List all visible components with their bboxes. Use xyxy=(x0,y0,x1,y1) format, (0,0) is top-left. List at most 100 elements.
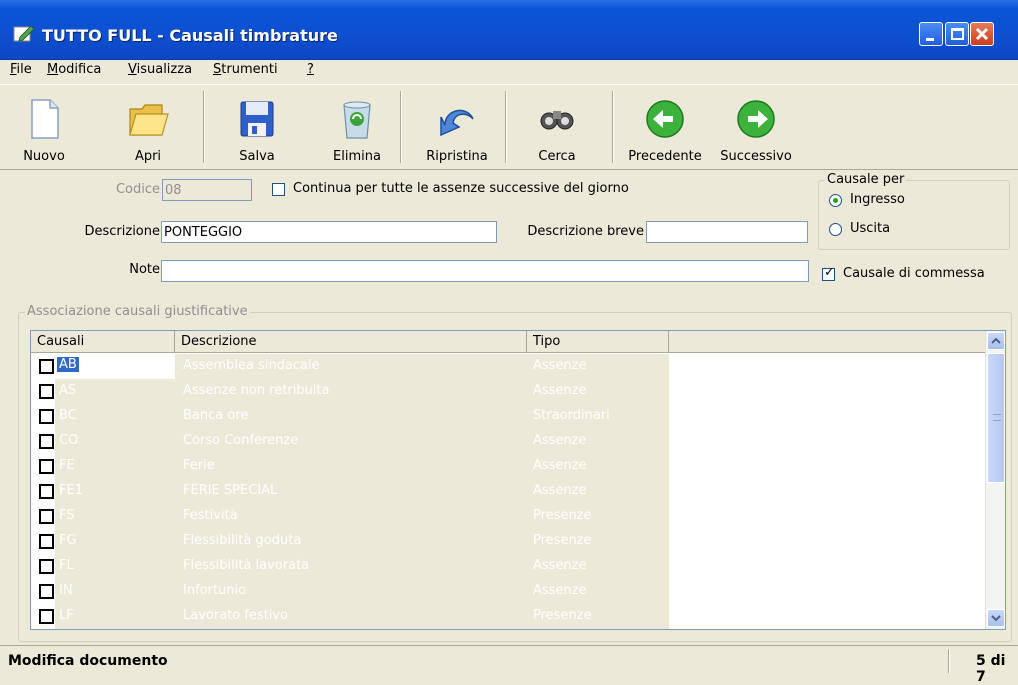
close-button[interactable] xyxy=(970,22,994,46)
table-row[interactable]: CO Corso Conferenze Assenze xyxy=(31,429,671,454)
cell-descrizione: FERIE SPECIAL xyxy=(183,483,278,498)
title-bar: TUTTO FULL - Causali timbrature xyxy=(0,0,1018,60)
table-row[interactable]: BC Banca ore Straordinari xyxy=(31,404,671,429)
cell-code: FE xyxy=(59,458,75,473)
row-checkbox[interactable] xyxy=(39,534,54,549)
cell-tipo: Assenze xyxy=(533,483,587,498)
col-header-tipo[interactable]: Tipo xyxy=(527,331,669,353)
cell-tipo: Presenze xyxy=(533,508,592,523)
cell-code: CO xyxy=(59,433,79,448)
folder-open-icon xyxy=(129,104,169,136)
table-row[interactable]: FS Festività Presenze xyxy=(31,504,671,529)
col-header-descrizione[interactable]: Descrizione xyxy=(175,331,527,353)
row-checkbox[interactable] xyxy=(39,359,54,374)
continua-checkbox[interactable] xyxy=(272,183,285,196)
row-checkbox[interactable] xyxy=(39,484,54,499)
ripristina-button[interactable]: Ripristina xyxy=(414,93,500,165)
radio-selected-dot xyxy=(833,198,838,203)
table-row[interactable]: FL Flessibilità lavorata Assenze xyxy=(31,554,671,579)
nuovo-label: Nuovo xyxy=(23,149,65,164)
salva-button[interactable]: Salva xyxy=(222,93,292,165)
precedente-button[interactable]: Precedente xyxy=(620,93,710,165)
apri-button[interactable]: Apri xyxy=(112,93,184,165)
undo-arrow-icon xyxy=(440,109,474,137)
menu-visualizza[interactable]: Visualizza xyxy=(128,62,192,77)
descrizione-label: Descrizione xyxy=(84,224,160,239)
menu-modifica[interactable]: Modifica xyxy=(47,62,101,77)
row-checkbox[interactable] xyxy=(39,384,54,399)
toolbar-separator xyxy=(505,91,507,163)
menu-file[interactable]: File xyxy=(10,62,32,77)
arrow-left-icon xyxy=(646,100,684,138)
cell-descrizione: Assemblea sindacale xyxy=(183,358,320,373)
scroll-thumb[interactable] xyxy=(987,353,1005,483)
scroll-up-button[interactable] xyxy=(987,332,1005,350)
row-checkbox[interactable] xyxy=(39,609,54,624)
table-row[interactable]: AS Assenze non retribuita Assenze xyxy=(31,379,671,404)
menu-strumenti[interactable]: Strumenti xyxy=(213,62,278,77)
table-row[interactable]: FE Ferie Assenze xyxy=(31,454,671,479)
cell-bg xyxy=(175,504,669,529)
floppy-save-icon xyxy=(240,101,274,137)
check-mark-icon: ✓ xyxy=(824,265,835,280)
toolbar-separator xyxy=(400,91,402,163)
cell-descrizione: Infortunio xyxy=(183,583,247,598)
cell-code: FL xyxy=(59,558,74,573)
cerca-label: Cerca xyxy=(538,149,576,164)
causale-per-title: Causale per xyxy=(825,172,907,187)
cell-code: AB xyxy=(57,357,79,372)
cell-code: LF xyxy=(59,608,74,623)
descrizione-field[interactable]: PONTEGGIO xyxy=(161,221,497,243)
precedente-label: Precedente xyxy=(628,149,702,164)
row-checkbox[interactable] xyxy=(39,459,54,474)
note-field[interactable] xyxy=(161,260,809,282)
cell-tipo: Assenze xyxy=(533,358,587,373)
desc-breve-field[interactable] xyxy=(646,221,808,243)
cell-code: BC xyxy=(59,408,77,423)
elimina-label: Elimina xyxy=(333,149,381,164)
cell-descrizione: Assenze non retribuita xyxy=(183,383,330,398)
menu-file-label: ile xyxy=(16,62,32,77)
maximize-button[interactable] xyxy=(945,22,969,46)
cell-tipo: Presenze xyxy=(533,608,592,623)
table-row[interactable]: AB Assemblea sindacale Assenze xyxy=(31,354,671,379)
menu-modifica-accel: M xyxy=(47,62,59,77)
cell-tipo: Straordinari xyxy=(533,408,610,423)
note-label: Note xyxy=(129,262,160,277)
cell-code: IN xyxy=(59,583,73,598)
arrow-right-icon xyxy=(737,100,775,138)
minimize-icon xyxy=(926,38,934,41)
table-row[interactable]: LF Lavorato festivo Presenze xyxy=(31,604,671,629)
row-checkbox[interactable] xyxy=(39,434,54,449)
row-checkbox[interactable] xyxy=(39,409,54,424)
scroll-down-button[interactable] xyxy=(987,609,1005,627)
new-document-icon xyxy=(31,99,59,139)
nuovo-button[interactable]: Nuovo xyxy=(12,93,76,165)
table-row[interactable]: FE1 FERIE SPECIAL Assenze xyxy=(31,479,671,504)
col-header-causali[interactable]: Causali xyxy=(31,331,175,353)
causali-grid[interactable]: Causali Descrizione Tipo AB Assemblea sin… xyxy=(30,330,1006,630)
cell-descrizione: Flessibilità lavorata xyxy=(183,558,310,573)
row-checkbox[interactable] xyxy=(39,509,54,524)
elimina-button[interactable]: Elimina xyxy=(318,93,396,165)
uscita-radio[interactable] xyxy=(829,223,842,236)
codice-field: 08 xyxy=(162,179,252,201)
commessa-checkbox[interactable]: ✓ xyxy=(822,265,835,281)
row-checkbox[interactable] xyxy=(39,584,54,599)
associazione-title: Associazione causali giustificative xyxy=(25,304,250,319)
cell-descrizione: Flessibilità goduta xyxy=(183,533,302,548)
cerca-button[interactable]: Cerca xyxy=(522,93,592,165)
ingresso-radio[interactable] xyxy=(829,194,842,207)
successivo-button[interactable]: Successivo xyxy=(710,93,802,165)
vertical-scrollbar[interactable] xyxy=(985,331,1005,629)
table-row[interactable]: IN Infortunio Assenze xyxy=(31,579,671,604)
cell-descrizione: Festività xyxy=(183,508,238,523)
table-row[interactable]: FG Flessibilità goduta Presenze xyxy=(31,529,671,554)
minimize-button[interactable] xyxy=(919,22,943,46)
status-divider xyxy=(948,649,950,673)
menu-bar: File Modifica Visualizza Strumenti ? xyxy=(0,60,1018,84)
cell-tipo: Assenze xyxy=(533,558,587,573)
row-checkbox[interactable] xyxy=(39,559,54,574)
menu-help[interactable]: ? xyxy=(307,62,314,77)
cell-tipo: Assenze xyxy=(533,433,587,448)
